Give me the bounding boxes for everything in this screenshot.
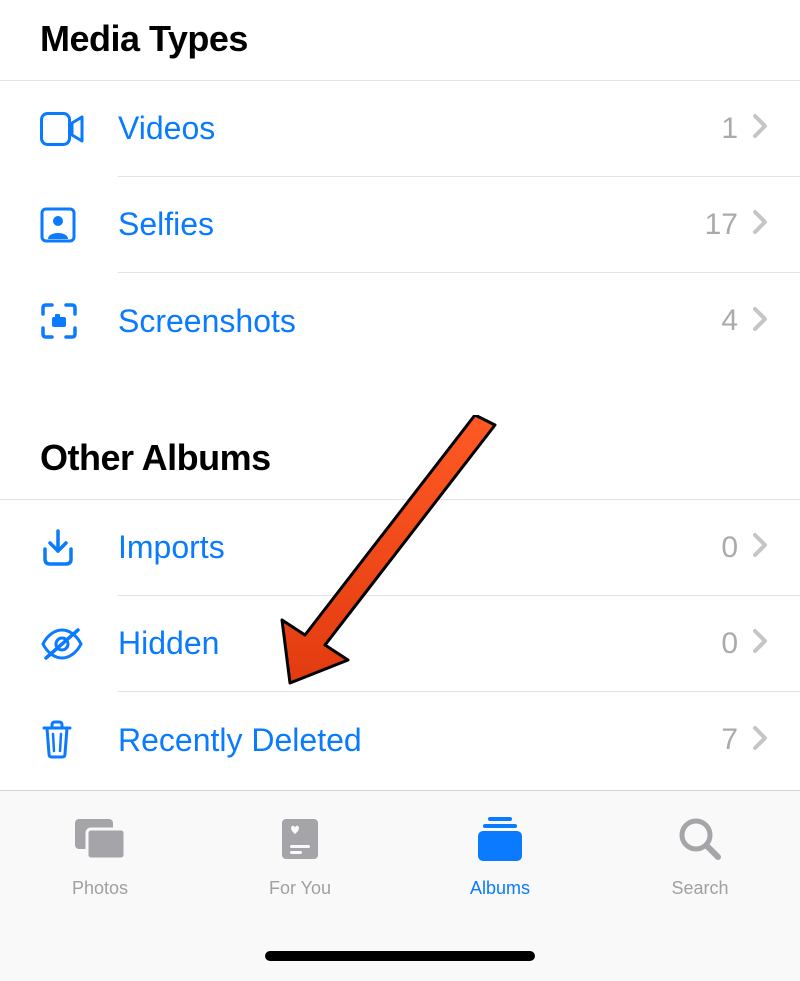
row-imports[interactable]: Imports 0 <box>0 500 800 596</box>
row-screenshots-count: 4 <box>721 304 738 338</box>
tab-albums-label: Albums <box>470 878 530 899</box>
row-recently-deleted[interactable]: Recently Deleted 7 <box>0 692 800 788</box>
row-hidden[interactable]: Hidden 0 <box>0 596 800 692</box>
row-hidden-label: Hidden <box>118 625 721 662</box>
row-imports-label: Imports <box>118 529 721 566</box>
section-media-types: Media Types Videos 1 S <box>0 0 800 369</box>
trash-icon <box>0 720 118 760</box>
home-indicator[interactable] <box>265 951 535 961</box>
section-title-other-albums: Other Albums <box>0 419 800 500</box>
tab-photos[interactable]: Photos <box>0 815 200 981</box>
row-recently-deleted-label: Recently Deleted <box>118 722 721 759</box>
screenshot-icon <box>0 302 118 340</box>
chevron-right-icon <box>752 209 768 240</box>
row-recently-deleted-count: 7 <box>721 723 738 757</box>
chevron-right-icon <box>752 532 768 563</box>
tab-bar: Photos For You Albums <box>0 790 800 981</box>
chevron-right-icon <box>752 628 768 659</box>
section-other-albums: Other Albums Imports 0 <box>0 419 800 788</box>
chevron-right-icon <box>752 113 768 144</box>
row-selfies-label: Selfies <box>118 206 705 243</box>
tab-photos-label: Photos <box>72 878 128 899</box>
for-you-tab-icon <box>276 815 324 868</box>
chevron-right-icon <box>752 725 768 756</box>
row-videos-label: Videos <box>118 110 721 147</box>
search-tab-icon <box>676 815 724 868</box>
row-selfies[interactable]: Selfies 17 <box>0 177 800 273</box>
row-videos-count: 1 <box>721 112 738 146</box>
row-imports-count: 0 <box>721 531 738 565</box>
tab-search-label: Search <box>671 878 728 899</box>
tab-for-you-label: For You <box>269 878 331 899</box>
albums-tab-icon <box>474 815 526 868</box>
tab-search[interactable]: Search <box>600 815 800 981</box>
chevron-right-icon <box>752 306 768 337</box>
photos-tab-icon <box>71 815 129 868</box>
selfie-icon <box>0 207 118 243</box>
row-screenshots[interactable]: Screenshots 4 <box>0 273 800 369</box>
import-icon <box>0 529 118 567</box>
video-icon <box>0 112 118 146</box>
row-videos[interactable]: Videos 1 <box>0 81 800 177</box>
section-title-media-types: Media Types <box>0 0 800 81</box>
row-screenshots-label: Screenshots <box>118 303 721 340</box>
row-hidden-count: 0 <box>721 627 738 661</box>
hidden-eye-slash-icon <box>0 628 118 660</box>
row-selfies-count: 17 <box>705 208 738 242</box>
